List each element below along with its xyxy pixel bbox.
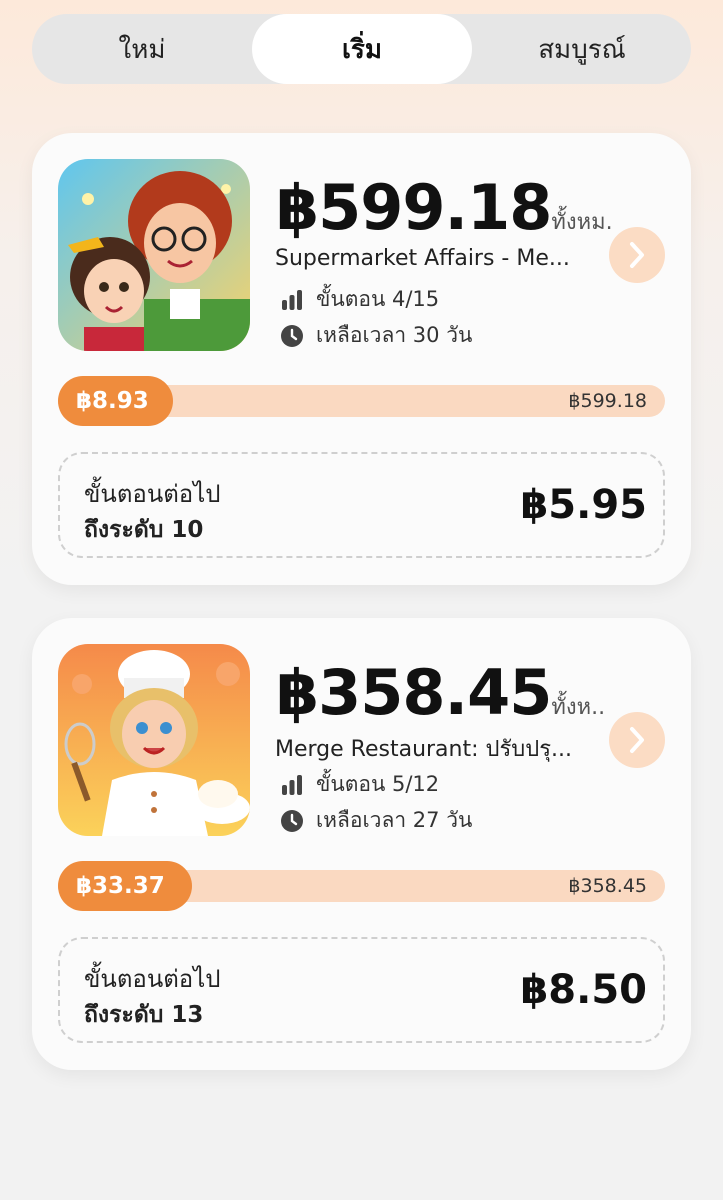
next-step-box: ขั้นตอนต่อไป ถึงระดับ 10 ฿5.95 [58,452,665,558]
offer-card[interactable]: ฿599.18ทั้งหม. Supermarket Affairs - Me.… [32,133,691,585]
tab-completed[interactable]: สมบูรณ์ [472,14,692,84]
chevron-right-icon [630,242,644,268]
clock-icon [280,324,304,348]
time-left-row: เหลือเวลา 30 วัน [280,319,472,352]
tab-bar: ใหม่ เริ่ม สมบูรณ์ [32,14,691,84]
steps-text: ขั้นตอน 4/15 [316,287,440,311]
time-left-row: เหลือเวลา 27 วัน [280,804,472,837]
next-step-box: ขั้นตอนต่อไป ถึงระดับ 13 ฿8.50 [58,937,665,1043]
open-offer-button[interactable] [609,227,665,283]
earnings-progress-fill: ฿33.37 [58,861,192,911]
earnings-progress-bar: ฿8.93 ฿599.18 [58,376,665,426]
amount-total-suffix: ทั้งห.. [551,695,606,720]
amount-value: ฿358.45 [276,656,552,729]
game-title: Merge Restaurant: ปรับปรุ... [275,737,573,762]
next-step-level: ถึงระดับ 10 [84,517,204,543]
next-step-reward: ฿8.50 [520,967,647,1013]
offer-card[interactable]: ฿358.45ทั้งห.. Merge Restaurant: ปรับปรุ… [32,618,691,1070]
bar-chart-icon [280,773,304,797]
tab-new[interactable]: ใหม่ [32,14,252,84]
progress-total-amount: ฿358.45 [568,875,647,897]
open-offer-button[interactable] [609,712,665,768]
time-left-text: เหลือเวลา 27 วัน [316,808,473,832]
next-step-label: ขั้นตอนต่อไป [84,965,221,993]
progress-total-amount: ฿599.18 [568,390,647,412]
earned-amount: ฿33.37 [76,873,165,899]
steps-text: ขั้นตอน 5/12 [316,772,440,796]
tab-started[interactable]: เริ่ม [252,14,472,84]
next-step-reward: ฿5.95 [520,482,647,528]
amount-value: ฿599.18 [276,171,552,244]
offer-total-amount: ฿358.45ทั้งห.. [276,656,605,729]
offer-total-amount: ฿599.18ทั้งหม. [276,171,613,244]
bar-chart-icon [280,288,304,312]
chevron-right-icon [630,727,644,753]
amount-total-suffix: ทั้งหม. [551,210,613,235]
next-step-level: ถึงระดับ 13 [84,1002,204,1028]
earned-amount: ฿8.93 [76,388,149,414]
steps-row: ขั้นตอน 5/12 [280,768,439,801]
game-title: Supermarket Affairs - Me... [275,246,570,271]
steps-row: ขั้นตอน 4/15 [280,283,439,316]
game-thumbnail [58,644,250,836]
earnings-progress-bar: ฿33.37 ฿358.45 [58,861,665,911]
game-thumbnail [58,159,250,351]
clock-icon [280,809,304,833]
time-left-text: เหลือเวลา 30 วัน [316,323,473,347]
earnings-progress-fill: ฿8.93 [58,376,173,426]
next-step-label: ขั้นตอนต่อไป [84,480,221,508]
